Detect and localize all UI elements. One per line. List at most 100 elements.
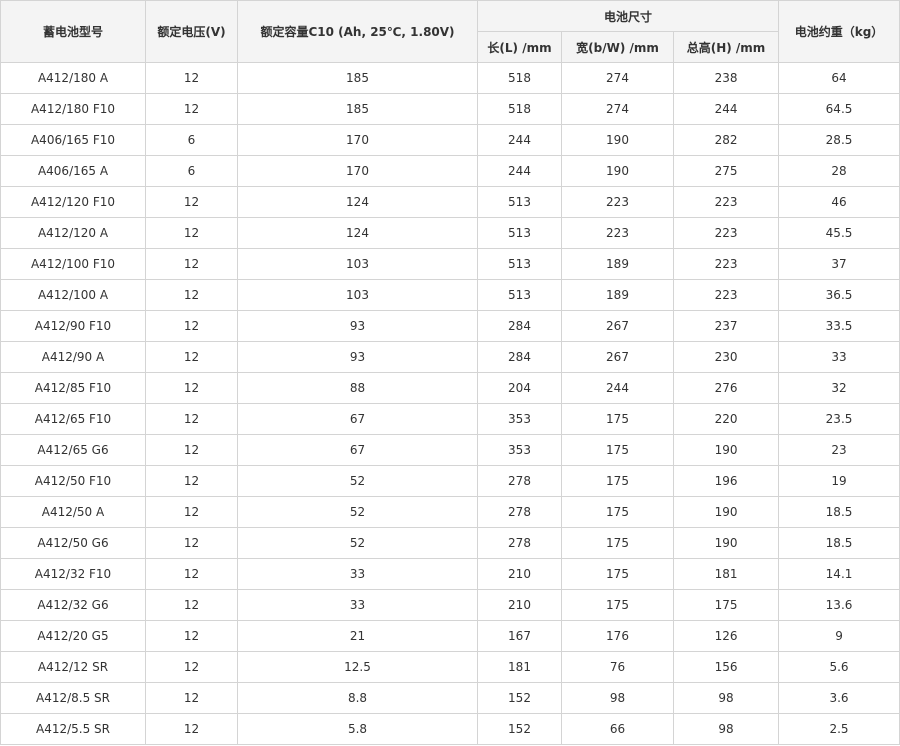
cell-height: 223 xyxy=(672,279,780,311)
cell-width: 274 xyxy=(561,93,674,125)
table-row: A412/90 A 12 93 284 267 230 33 xyxy=(0,341,900,373)
cell-weight: 5.6 xyxy=(778,651,900,683)
cell-model: A412/90 A xyxy=(0,341,146,373)
cell-voltage: 12 xyxy=(145,496,238,528)
table-row: A412/100 F10 12 103 513 189 223 37 xyxy=(0,248,900,280)
table-row: A412/65 G6 12 67 353 175 190 23 xyxy=(0,434,900,466)
cell-capacity: 67 xyxy=(237,403,478,435)
cell-voltage: 12 xyxy=(145,341,238,373)
cell-height: 223 xyxy=(672,186,780,218)
cell-voltage: 12 xyxy=(145,713,238,745)
cell-weight: 23 xyxy=(778,434,900,466)
cell-model: A412/50 F10 xyxy=(0,465,146,497)
cell-capacity: 12.5 xyxy=(237,651,478,683)
table-row: A412/85 F10 12 88 204 244 276 32 xyxy=(0,372,900,404)
cell-width: 175 xyxy=(561,496,674,528)
cell-weight: 14.1 xyxy=(778,558,900,590)
table-row: A412/20 G5 12 21 167 176 126 9 xyxy=(0,620,900,652)
cell-weight: 13.6 xyxy=(778,589,900,621)
cell-width: 175 xyxy=(561,465,674,497)
cell-width: 76 xyxy=(561,651,674,683)
cell-voltage: 12 xyxy=(145,372,238,404)
cell-model: A412/120 A xyxy=(0,217,146,249)
cell-length: 518 xyxy=(477,62,562,94)
cell-weight: 64.5 xyxy=(778,93,900,125)
cell-voltage: 12 xyxy=(145,310,238,342)
cell-capacity: 52 xyxy=(237,465,478,497)
header-height: 总高(H) /mm xyxy=(672,31,780,63)
cell-model: A412/180 F10 xyxy=(0,93,146,125)
cell-length: 353 xyxy=(477,434,562,466)
cell-voltage: 12 xyxy=(145,403,238,435)
cell-width: 176 xyxy=(561,620,674,652)
cell-weight: 37 xyxy=(778,248,900,280)
cell-model: A412/8.5 SR xyxy=(0,682,146,714)
table-row: A412/50 A 12 52 278 175 190 18.5 xyxy=(0,496,900,528)
cell-voltage: 6 xyxy=(145,124,238,156)
cell-model: A412/100 F10 xyxy=(0,248,146,280)
cell-capacity: 103 xyxy=(237,279,478,311)
cell-height: 181 xyxy=(672,558,780,590)
table-row: A406/165 F10 6 170 244 190 282 28.5 xyxy=(0,124,900,156)
cell-capacity: 124 xyxy=(237,217,478,249)
cell-voltage: 12 xyxy=(145,248,238,280)
cell-model: A412/5.5 SR xyxy=(0,713,146,745)
cell-model: A412/120 F10 xyxy=(0,186,146,218)
cell-length: 210 xyxy=(477,589,562,621)
cell-width: 175 xyxy=(561,558,674,590)
table-row: A412/32 G6 12 33 210 175 175 13.6 xyxy=(0,589,900,621)
cell-weight: 3.6 xyxy=(778,682,900,714)
cell-width: 175 xyxy=(561,589,674,621)
cell-model: A412/50 A xyxy=(0,496,146,528)
battery-spec-table: 蓄电池型号 额定电压(V) 额定容量C10 (Ah, 25℃, 1.80V) 电… xyxy=(0,0,900,745)
cell-weight: 23.5 xyxy=(778,403,900,435)
cell-capacity: 33 xyxy=(237,558,478,590)
cell-model: A412/65 G6 xyxy=(0,434,146,466)
cell-height: 190 xyxy=(672,527,780,559)
cell-width: 267 xyxy=(561,341,674,373)
cell-model: A412/90 F10 xyxy=(0,310,146,342)
cell-length: 152 xyxy=(477,682,562,714)
cell-capacity: 170 xyxy=(237,124,478,156)
cell-capacity: 93 xyxy=(237,310,478,342)
table-row: A412/32 F10 12 33 210 175 181 14.1 xyxy=(0,558,900,590)
cell-height: 275 xyxy=(672,155,780,187)
cell-weight: 46 xyxy=(778,186,900,218)
cell-weight: 18.5 xyxy=(778,496,900,528)
cell-voltage: 6 xyxy=(145,155,238,187)
cell-height: 175 xyxy=(672,589,780,621)
cell-width: 175 xyxy=(561,527,674,559)
cell-capacity: 103 xyxy=(237,248,478,280)
cell-capacity: 185 xyxy=(237,93,478,125)
cell-length: 284 xyxy=(477,341,562,373)
header-voltage: 额定电压(V) xyxy=(145,0,238,63)
cell-height: 237 xyxy=(672,310,780,342)
table-row: A412/12 SR 12 12.5 181 76 156 5.6 xyxy=(0,651,900,683)
cell-length: 513 xyxy=(477,186,562,218)
cell-length: 278 xyxy=(477,465,562,497)
cell-capacity: 88 xyxy=(237,372,478,404)
cell-length: 518 xyxy=(477,93,562,125)
header-dimensions: 电池尺寸 xyxy=(476,0,780,32)
cell-voltage: 12 xyxy=(145,62,238,94)
cell-length: 284 xyxy=(477,310,562,342)
cell-width: 267 xyxy=(561,310,674,342)
cell-voltage: 12 xyxy=(145,465,238,497)
cell-model: A412/180 A xyxy=(0,62,146,94)
cell-length: 278 xyxy=(477,527,562,559)
cell-length: 204 xyxy=(477,372,562,404)
header-model: 蓄电池型号 xyxy=(0,0,146,63)
cell-weight: 28 xyxy=(778,155,900,187)
cell-width: 189 xyxy=(561,248,674,280)
table-row: A412/120 A 12 124 513 223 223 45.5 xyxy=(0,217,900,249)
cell-width: 175 xyxy=(561,403,674,435)
cell-weight: 2.5 xyxy=(778,713,900,745)
cell-voltage: 12 xyxy=(145,186,238,218)
cell-length: 513 xyxy=(477,248,562,280)
cell-height: 220 xyxy=(672,403,780,435)
cell-weight: 45.5 xyxy=(778,217,900,249)
cell-length: 513 xyxy=(477,279,562,311)
cell-capacity: 185 xyxy=(237,62,478,94)
cell-height: 190 xyxy=(672,496,780,528)
table-row: A412/180 F10 12 185 518 274 244 64.5 xyxy=(0,93,900,125)
